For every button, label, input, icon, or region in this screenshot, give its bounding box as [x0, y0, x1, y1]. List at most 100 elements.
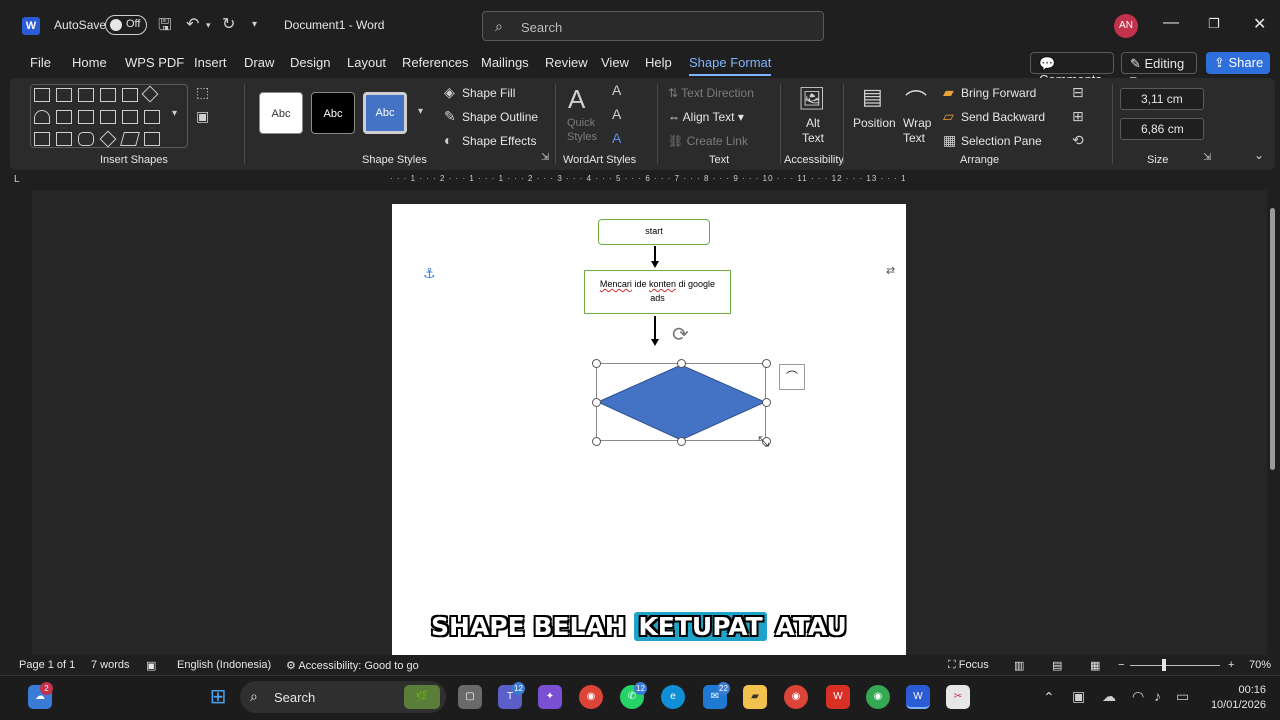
tab-draw[interactable]: Draw [244, 55, 274, 70]
style-white-outline[interactable]: Abc [259, 92, 303, 134]
close-icon[interactable]: ✕ [1253, 14, 1266, 34]
zoom-slider-thumb[interactable] [1162, 659, 1166, 671]
align-text-button[interactable]: ⇔ Align Text ▾ [668, 110, 744, 124]
edge-icon[interactable]: e [661, 685, 685, 709]
style-black-fill[interactable]: Abc [311, 92, 355, 134]
shape-multiply[interactable] [78, 110, 94, 124]
resize-handle[interactable] [762, 398, 771, 407]
zoom-in-icon[interactable]: + [1228, 659, 1234, 671]
customize-toolbar-icon[interactable]: ▾ [252, 19, 257, 30]
rotate-icon[interactable]: ⟲ [1072, 132, 1084, 149]
tab-mailings[interactable]: Mailings [481, 55, 529, 70]
start-icon[interactable]: ⊞ [206, 685, 230, 709]
shape-rounded-rectangle[interactable] [78, 132, 94, 146]
tab-help[interactable]: Help [645, 55, 672, 70]
text-box-icon[interactable]: ▣ [196, 108, 209, 125]
share-button[interactable]: ⇪ Share [1206, 52, 1270, 74]
resize-handle[interactable] [677, 437, 686, 446]
tab-design[interactable]: Design [290, 55, 330, 70]
tab-shape-format[interactable]: Shape Format [689, 55, 772, 76]
shape-height-input[interactable]: 3,11 cm [1120, 88, 1204, 110]
shape-fill-button[interactable]: Shape Fill [462, 86, 515, 100]
web-layout-icon[interactable]: ▦ [1090, 659, 1100, 672]
shape-arrow-left[interactable] [78, 88, 94, 102]
system-clock[interactable]: 00:16 10/01/2026 [1206, 683, 1266, 713]
selection-pane-button[interactable]: Selection Pane [961, 134, 1042, 148]
tray-overflow-icon[interactable]: ⌃ [1043, 689, 1055, 706]
flowchart-process[interactable]: Mencari ide konten di google ads [584, 270, 731, 314]
comments-button[interactable]: 💬 Comments [1030, 52, 1114, 87]
volume-icon[interactable]: ♪ [1154, 688, 1161, 704]
shape-plus[interactable] [56, 110, 72, 124]
shape-rectangle[interactable] [56, 132, 72, 146]
shape-equal[interactable] [144, 110, 160, 124]
dialog-launcher-icon[interactable]: ⇲ [541, 152, 549, 163]
editing-button[interactable]: ✎ Editing ▾ [1121, 52, 1197, 87]
redo-icon[interactable]: ↻ [222, 14, 235, 34]
text-effects-icon[interactable]: A [612, 130, 621, 146]
chrome-alt-icon[interactable]: ◉ [866, 685, 890, 709]
shape-divide[interactable] [122, 110, 138, 124]
shape-cross-arrow[interactable] [122, 88, 138, 102]
vertical-ruler[interactable] [12, 200, 26, 650]
tab-layout[interactable]: Layout [347, 55, 386, 70]
styles-more-icon[interactable]: ▾ [418, 106, 423, 117]
page-count[interactable]: Page 1 of 1 [19, 659, 75, 671]
zoom-out-icon[interactable]: − [1118, 659, 1124, 671]
tray-app-icon[interactable]: ▣ [1072, 688, 1085, 705]
shape-outline-button[interactable]: Shape Outline [462, 110, 538, 124]
shape-house[interactable] [100, 88, 116, 102]
save-icon[interactable]: 🖫 [158, 14, 172, 41]
layout-options-icon[interactable]: ⌒ [779, 364, 805, 390]
task-view-icon[interactable]: ▢ [458, 685, 482, 709]
tab-file[interactable]: File [30, 55, 51, 70]
tab-home[interactable]: Home [72, 55, 107, 70]
shapes-more-icon[interactable]: ▾ [172, 108, 177, 119]
proofing-icon[interactable]: ▣ [146, 659, 156, 672]
resize-handle[interactable] [592, 398, 601, 407]
accessibility-status[interactable]: ⚙ Accessibility: Good to go [286, 659, 419, 672]
rotation-handle-icon[interactable]: ⟳ [672, 322, 689, 347]
quick-styles-button[interactable]: Quick Styles [567, 116, 597, 144]
edit-shape-icon[interactable]: ⬚ [196, 84, 209, 101]
read-mode-icon[interactable]: ▥ [1014, 659, 1024, 672]
language-indicator[interactable]: English (Indonesia) [177, 659, 271, 671]
shape-arch[interactable] [34, 110, 50, 124]
onedrive-icon[interactable]: ☁ [1102, 688, 1116, 705]
shape-minus[interactable] [100, 110, 116, 124]
bring-forward-button[interactable]: Bring Forward [961, 86, 1036, 100]
copilot-icon[interactable]: ✦ [538, 685, 562, 709]
shape-width-input[interactable]: 6,86 cm [1120, 118, 1204, 140]
shape-arrow-right[interactable] [34, 88, 50, 102]
autosave-toggle[interactable]: Off [105, 15, 147, 35]
shape-effects-button[interactable]: Shape Effects [462, 134, 537, 148]
resize-handle[interactable] [762, 359, 771, 368]
minimize-icon[interactable]: — [1163, 14, 1179, 32]
wrap-text-button[interactable]: Wrap Text [903, 116, 933, 146]
create-link-button[interactable]: ⛓ Create Link [668, 134, 748, 148]
text-direction-button[interactable]: ⇅ Text Direction [668, 86, 754, 100]
group-icon[interactable]: ⊞ [1072, 108, 1084, 125]
wps-icon[interactable]: W [826, 685, 850, 709]
word-count[interactable]: 7 words [91, 659, 130, 671]
collapse-ribbon-icon[interactable]: ⌄ [1254, 148, 1264, 162]
tab-references[interactable]: References [402, 55, 468, 70]
flowchart-start[interactable]: start [598, 219, 710, 245]
resize-handle[interactable] [677, 359, 686, 368]
undo-dropdown-icon[interactable]: ▾ [206, 20, 211, 31]
shape-process[interactable] [144, 132, 160, 146]
tab-review[interactable]: Review [545, 55, 588, 70]
zoom-level[interactable]: 70% [1249, 659, 1271, 671]
search-input[interactable]: ⌕ Search [482, 11, 824, 41]
tab-insert[interactable]: Insert [194, 55, 227, 70]
print-layout-icon[interactable]: ▤ [1052, 659, 1062, 672]
style-blue-fill[interactable]: Abc [363, 92, 407, 134]
shape-callout[interactable] [56, 88, 72, 102]
vertical-scrollbar[interactable] [1270, 208, 1275, 470]
resize-handle[interactable] [592, 437, 601, 446]
battery-icon[interactable]: ▭ [1176, 688, 1189, 705]
send-backward-button[interactable]: Send Backward [961, 110, 1045, 124]
tab-view[interactable]: View [601, 55, 629, 70]
connector-arrow[interactable] [654, 246, 656, 262]
horizontal-ruler[interactable]: · · · 1 · · · 2 · · · 1 · · · 1 · · · 2 … [390, 174, 905, 186]
